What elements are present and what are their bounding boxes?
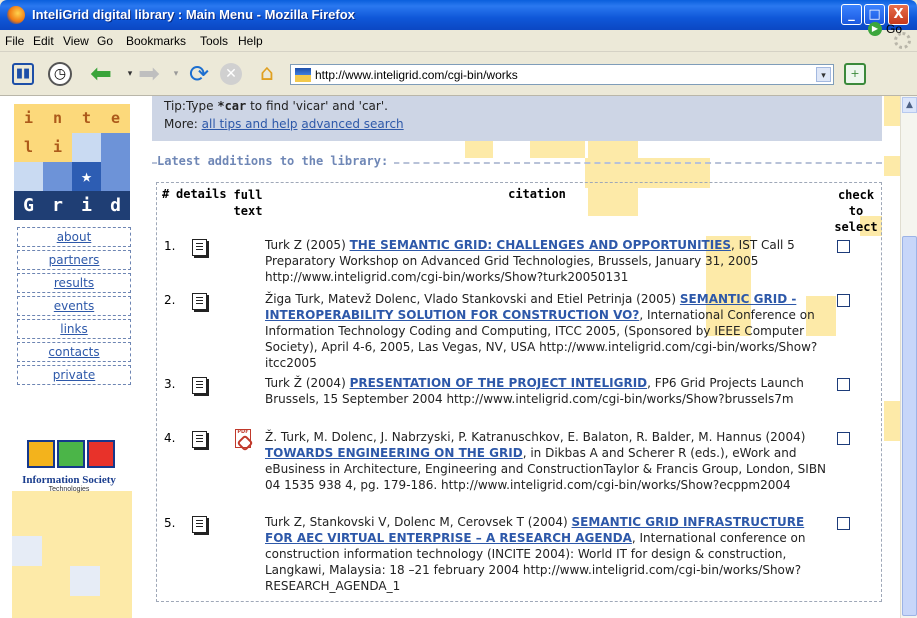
row-number: 2. [164, 293, 176, 307]
pdf-icon[interactable] [235, 429, 251, 448]
logo-letter: G [14, 191, 43, 220]
new-tab-icon[interactable]: + [844, 63, 866, 85]
work-title-link[interactable]: PRESENTATION OF THE PROJECT INTELIGRID [350, 376, 648, 390]
select-checkbox[interactable] [837, 517, 850, 530]
go-icon[interactable]: ▶ [868, 22, 882, 36]
minimize-button[interactable]: _ [841, 4, 862, 25]
reload-icon[interactable]: ⟳ [186, 61, 212, 87]
navigation-toolbar: ▮▮ ◷ ⬅ ▾ ➡ ▾ ⟳ ✕ ⌂ http://www.inteligrid… [0, 52, 917, 96]
logo-letter: n [43, 104, 72, 133]
scroll-up-icon[interactable]: ▲ [902, 97, 917, 113]
col-header-fulltext: full text [233, 188, 263, 218]
citation: Turk Ž (2004) PRESENTATION OF THE PROJEC… [265, 376, 804, 406]
work-title-link[interactable]: THE SEMANTIC GRID: CHALLENGES AND OPPORT… [350, 238, 731, 252]
col-header-select: check to select [834, 188, 878, 234]
sidebar-link-contacts[interactable]: contacts [17, 342, 131, 362]
is-approx-icon [87, 440, 115, 468]
forward-icon[interactable]: ➡ [136, 61, 162, 87]
history-icon[interactable]: ◷ [48, 62, 72, 86]
menu-help[interactable]: Help [238, 34, 263, 48]
row-number: 5. [164, 516, 176, 530]
citation: Turk Z (2005) THE SEMANTIC GRID: CHALLEN… [265, 238, 795, 284]
section-title: Latest additions to the library: [157, 154, 395, 168]
logo-letter: l [14, 133, 43, 162]
sidebar-nav: about partners results events links cont… [17, 227, 131, 388]
citation: Žiga Turk, Matevž Dolenc, Vlado Stankovs… [265, 292, 818, 370]
menu-file[interactable]: File [5, 34, 24, 48]
details-icon[interactable] [192, 431, 207, 448]
select-checkbox[interactable] [837, 378, 850, 391]
row-number: 4. [164, 431, 176, 445]
row-number: 1. [164, 239, 176, 253]
window-titlebar: InteliGrid digital library : Main Menu -… [0, 0, 917, 30]
bookmarks-panel-icon[interactable]: ▮▮ [12, 63, 34, 85]
inteligrid-logo[interactable]: i n t e l i ★ G r i d [14, 104, 131, 223]
menu-go[interactable]: Go [97, 34, 113, 48]
sidebar-link-links[interactable]: links [17, 319, 131, 339]
information-society-logo[interactable]: Information Society Technologies [17, 438, 121, 493]
citation: Turk Z, Stankovski V, Dolenc M, Cerovsek… [265, 515, 806, 593]
window-title: InteliGrid digital library : Main Menu -… [32, 7, 355, 22]
results-table: # details full text citation check to se… [156, 182, 882, 602]
is-wave-icon [57, 440, 85, 468]
details-icon[interactable] [192, 293, 207, 310]
details-icon[interactable] [192, 377, 207, 394]
details-icon[interactable] [192, 516, 207, 533]
back-icon[interactable]: ⬅ [88, 61, 114, 87]
logo-letter: t [72, 104, 101, 133]
sidebar-link-events[interactable]: events [17, 296, 131, 316]
firefox-icon [7, 6, 25, 24]
menu-bookmarks[interactable]: Bookmarks [126, 34, 186, 48]
sidebar-link-partners[interactable]: partners [17, 250, 131, 270]
logo-letter: d [101, 191, 130, 220]
select-checkbox[interactable] [837, 432, 850, 445]
col-header-citation: citation [508, 187, 566, 201]
citation: Ž. Turk, M. Dolenc, J. Nabrzyski, P. Kat… [265, 430, 827, 492]
advanced-search-link[interactable]: advanced search [301, 117, 403, 131]
page-content: i n t e l i ★ G r i d about partners res… [0, 96, 900, 618]
menu-edit[interactable]: Edit [33, 34, 54, 48]
logo-letter: i [43, 133, 72, 162]
go-button[interactable]: Go [886, 22, 902, 36]
logo-letter: i [14, 104, 43, 133]
sidebar-link-about[interactable]: about [17, 227, 131, 247]
vertical-scrollbar[interactable]: ▲ [900, 96, 917, 618]
menu-view[interactable]: View [63, 34, 89, 48]
sidebar-link-results[interactable]: results [17, 273, 131, 293]
work-title-link[interactable]: TOWARDS ENGINEERING ON THE GRID [265, 446, 523, 460]
logo-letter: i [72, 191, 101, 220]
stop-icon[interactable]: ✕ [220, 63, 242, 85]
tip-text: Tip:Type *car to find 'vicar' and 'car'. [164, 99, 388, 113]
all-tips-link[interactable]: all tips and help [202, 117, 298, 131]
col-header-details: details [176, 187, 227, 201]
sidebar-link-private[interactable]: private [17, 365, 131, 385]
is-arrow-icon [27, 440, 55, 468]
details-icon[interactable] [192, 239, 207, 256]
menu-tools[interactable]: Tools [200, 34, 228, 48]
home-icon[interactable]: ⌂ [254, 61, 280, 87]
logo-letter: e [101, 104, 130, 133]
col-header-num: # [162, 187, 170, 201]
star-icon: ★ [72, 162, 101, 191]
select-checkbox[interactable] [837, 294, 850, 307]
site-favicon [295, 68, 311, 82]
address-input[interactable]: http://www.inteligrid.com/cgi-bin/works [315, 68, 518, 82]
sponsor-sub: Technologies [48, 486, 90, 493]
logo-letter: r [43, 191, 72, 220]
row-number: 3. [164, 377, 176, 391]
address-dropdown-icon[interactable]: ▾ [816, 67, 831, 82]
address-bar[interactable]: http://www.inteligrid.com/cgi-bin/works … [290, 64, 834, 85]
select-checkbox[interactable] [837, 240, 850, 253]
sponsor-name: Information Society [22, 474, 116, 486]
tip-box: Tip:Type *car to find 'vicar' and 'car'.… [152, 96, 882, 141]
scrollbar-thumb[interactable] [902, 236, 917, 616]
menu-bar: File Edit View Go Bookmarks Tools Help [0, 30, 917, 52]
more-help: More: all tips and help advanced search [164, 117, 404, 131]
